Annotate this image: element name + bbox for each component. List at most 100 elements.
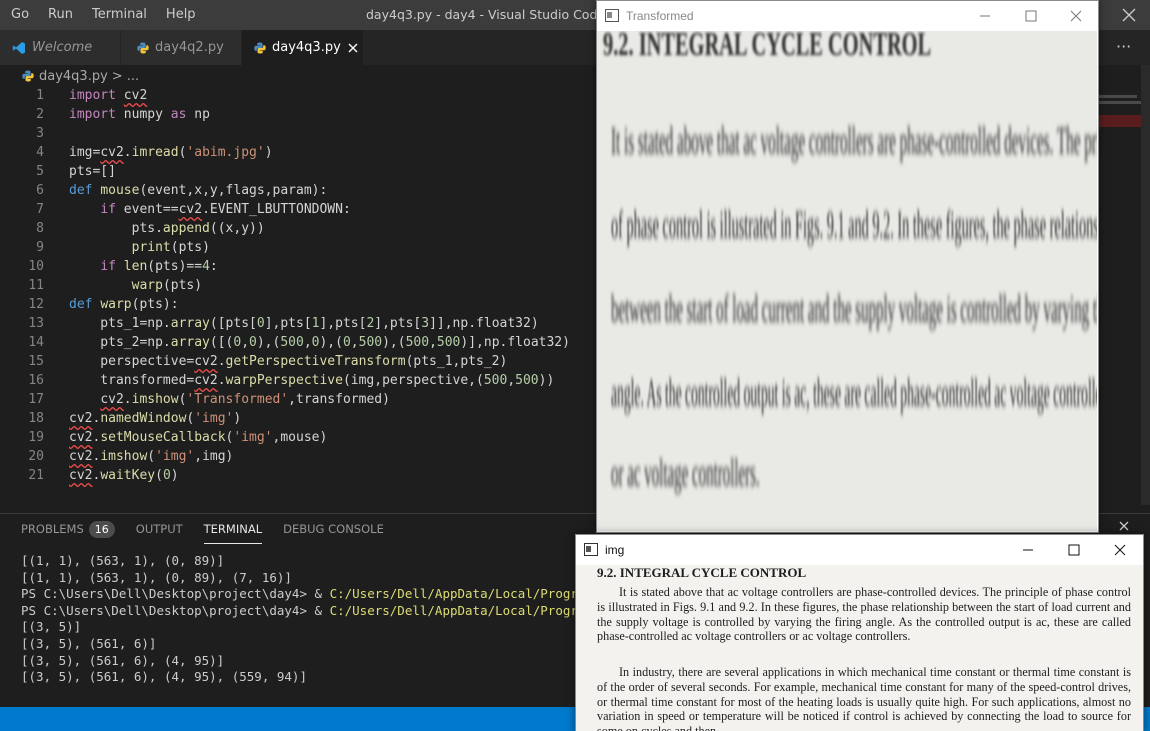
breadcrumb-separator: > [111,68,123,84]
minimize-icon[interactable] [1005,535,1051,565]
tab-close-icon[interactable] [347,42,359,54]
img-title: img [605,543,625,557]
menu-run[interactable]: Run [37,0,81,30]
line-number: 17 [28,392,44,407]
code-text: def mouse(event,x,y,flags,param): [69,183,328,198]
line-number: 8 [36,221,44,236]
close-icon[interactable] [1053,1,1099,31]
code-line[interactable]: 16 transformed=cv2.warpPerspective(img,p… [0,371,600,390]
code-text: img=cv2.imread('abim.jpg') [69,145,273,160]
line-number: 18 [28,411,44,426]
terminal-command: C:/Users/Dell/AppData/Local/Programs/P [329,602,616,618]
tab-output[interactable]: OUTPUT [136,515,183,543]
python-icon [137,42,149,53]
code-line[interactable]: 15 perspective=cv2.getPerspectiveTransfo… [0,352,600,371]
transformed-line: of phase control is illustrated in Figs.… [611,203,1097,247]
tab-day4q3[interactable]: day4q3.py [242,30,363,65]
code-line[interactable]: 2 import numpy as np [0,105,600,124]
close-icon[interactable] [1097,535,1143,565]
code-line[interactable]: 14 pts_2=np.array([(0,0),(500,0),(0,500)… [0,333,600,352]
code-line[interactable]: 19 cv2.setMouseCallback('img',mouse) [0,428,600,447]
minimap[interactable] [1097,65,1150,515]
code-line[interactable]: 12 def warp(pts): [0,295,600,314]
transformed-line: angle. As the controlled output is ac, t… [611,371,1097,415]
line-number: 3 [36,126,44,141]
img-window[interactable]: img 9.2. INTEGRAL CYCLE CONTROL It is st… [575,534,1144,731]
close-icon[interactable] [1118,4,1140,26]
code-line[interactable]: 4 img=cv2.imread('abim.jpg') [0,143,600,162]
code-line[interactable]: 3 [0,124,600,143]
breadcrumb-file[interactable]: day4q3.py [39,69,108,84]
window-app-icon [584,543,598,556]
tab-debug-console[interactable]: DEBUG CONSOLE [283,515,384,543]
code-text: print(pts) [131,240,210,255]
code-line[interactable]: 21 cv2.waitKey(0) [0,466,600,485]
code-text: if len(pts)==4: [100,259,218,274]
terminal-line: PS C:\Users\Dell\Desktop\project\day4> &… [21,586,616,603]
transformed-image[interactable]: 9.2. INTEGRAL CYCLE CONTROL It is stated… [597,31,1097,531]
code-line[interactable]: 18 cv2.namedWindow('img') [0,409,600,428]
terminal-line: [(3, 5), (561, 6)] [21,635,157,651]
code-line[interactable]: 10 if len(pts)==4: [0,257,600,276]
tab-day4q2[interactable]: day4q2.py [121,30,241,65]
menu-help[interactable]: Help [155,0,204,30]
maximize-icon[interactable] [1051,535,1097,565]
code-line[interactable]: 1 import cv2 [0,86,600,105]
line-number: 7 [36,202,44,217]
terminal-prompt: PS C:\Users\Dell\Desktop\project\day4> & [21,602,330,618]
transformed-window[interactable]: Transformed 9.2. INTEGRAL CYCLE CONTROL … [596,0,1099,533]
tab-problems[interactable]: PROBLEMS 16 [21,515,115,543]
code-line[interactable]: 9 print(pts) [0,238,600,257]
tab-welcome[interactable]: Welcome [0,30,120,65]
python-icon [254,42,266,53]
minimize-icon[interactable] [962,1,1008,31]
menu-terminal[interactable]: Terminal [81,0,155,30]
code-editor[interactable]: 1 import cv2 2 import numpy as np 3 4 img=cv2.… [0,85,600,495]
breadcrumb-symbol[interactable]: ... [127,69,139,84]
transformed-titlebar[interactable]: Transformed [597,1,1098,31]
code-line[interactable]: 13 pts_1=np.array([pts[0],pts[1],pts[2],… [0,314,600,333]
line-number: 1 [36,88,44,103]
code-text: perspective=cv2.getPerspectiveTransform(… [69,354,508,369]
code-line[interactable]: 8 pts.append((x,y)) [0,219,600,238]
code-line[interactable]: 17 cv2.imshow('Transformed',transformed) [0,390,600,409]
line-number: 15 [28,354,44,369]
terminal-line: PS C:\Users\Dell\Desktop\project\day4> &… [21,603,616,620]
terminal-line: [(3, 5), (561, 6), (4, 95), (559, 94)] [21,669,307,685]
python-icon [22,70,34,82]
terminal-line: [(3, 5)] [21,619,82,635]
transformed-line: between the start of load current and th… [611,287,1097,331]
more-actions-icon[interactable]: ··· [1116,30,1131,65]
panel-close-icon[interactable] [1117,519,1131,533]
line-number: 20 [28,449,44,464]
line-number: 14 [28,335,44,350]
menu-go[interactable]: Go [0,0,37,30]
code-text: transformed=cv2.warpPerspective(img,pers… [69,373,555,388]
code-text: cv2.namedWindow('img') [69,411,242,426]
menu-bar: Go Run Terminal Help [0,0,204,30]
terminal-prompt: PS C:\Users\Dell\Desktop\project\day4> & [21,586,330,602]
code-line[interactable]: 20 cv2.imshow('img',img) [0,447,600,466]
code-line[interactable]: 6 def mouse(event,x,y,flags,param): [0,181,600,200]
code-line[interactable]: 7 if event==cv2.EVENT_LBUTTONDOWN: [0,200,600,219]
code-text: def warp(pts): [69,297,179,312]
terminal-line: [(1, 1), (563, 1), (0, 89)] [21,553,225,568]
terminal-output[interactable]: [(1, 1), (563, 1), (0, 89)] [(1, 1), (563… [21,553,616,686]
code-line[interactable]: 11 warp(pts) [0,276,600,295]
code-text: cv2.imshow('img',img) [69,449,234,464]
terminal-line: [(1, 1), (563, 1), (0, 89), (7, 16)] [21,569,292,585]
transformed-line: or ac voltage controllers. [611,451,760,495]
img-image[interactable]: 9.2. INTEGRAL CYCLE CONTROL It is stated… [576,565,1143,731]
vertical-scrollbar[interactable] [1141,65,1150,505]
code-text: pts_2=np.array([(0,0),(500,0),(0,500),(5… [69,335,570,350]
img-titlebar[interactable]: img [576,535,1143,565]
problems-count-badge: 16 [88,521,115,538]
code-text: pts=[] [69,164,116,179]
line-number: 10 [28,259,44,274]
code-text: if event==cv2.EVENT_LBUTTONDOWN: [100,202,351,217]
line-number: 12 [28,297,44,312]
code-line[interactable]: 5 pts=[] [0,162,600,181]
tab-terminal[interactable]: TERMINAL [203,515,263,544]
maximize-icon[interactable] [1008,1,1054,31]
line-number: 19 [28,430,44,445]
